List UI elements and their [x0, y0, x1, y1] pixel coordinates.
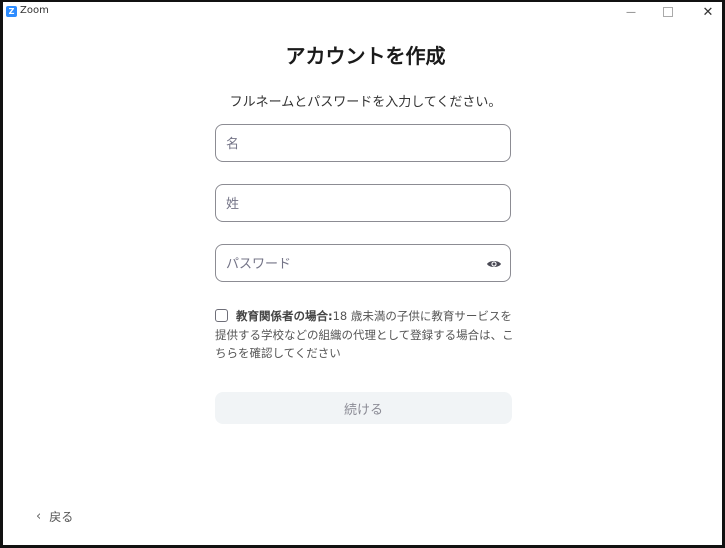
back-button[interactable]: ‹ 戻る [36, 508, 73, 525]
title-bar: Z Zoom — ✕ [3, 2, 722, 22]
first-name-input[interactable] [224, 125, 488, 163]
maximize-icon [663, 7, 673, 17]
chevron-left-icon: ‹ [36, 509, 42, 524]
password-field[interactable] [215, 244, 511, 283]
minimize-icon: — [626, 6, 636, 18]
password-input[interactable] [224, 245, 488, 283]
page-subtitle: フルネームとパスワードを入力してください。 [229, 95, 502, 110]
eye-icon[interactable] [486, 257, 502, 271]
window-title: Zoom [20, 5, 49, 16]
first-name-field[interactable] [215, 124, 511, 163]
continue-button[interactable]: 続ける [215, 392, 512, 424]
zoom-logo-icon: Z [6, 6, 17, 17]
close-icon: ✕ [702, 4, 714, 20]
minimize-button[interactable]: — [616, 2, 646, 22]
education-label: 教育関係者の場合:18 歳未満の子供に教育サービスを提供する学校などの組織の代理… [215, 307, 515, 363]
app-window: Z Zoom — ✕ アカウントを作成 フルネームとパスワードを入力してください… [0, 0, 725, 548]
close-button[interactable]: ✕ [693, 2, 723, 22]
last-name-field[interactable] [215, 184, 511, 223]
last-name-input[interactable] [224, 185, 488, 223]
page-title: アカウントを作成 [285, 44, 446, 68]
education-label-bold: 教育関係者の場合: [236, 309, 333, 323]
back-label: 戻る [49, 510, 74, 524]
maximize-button[interactable] [653, 2, 683, 22]
